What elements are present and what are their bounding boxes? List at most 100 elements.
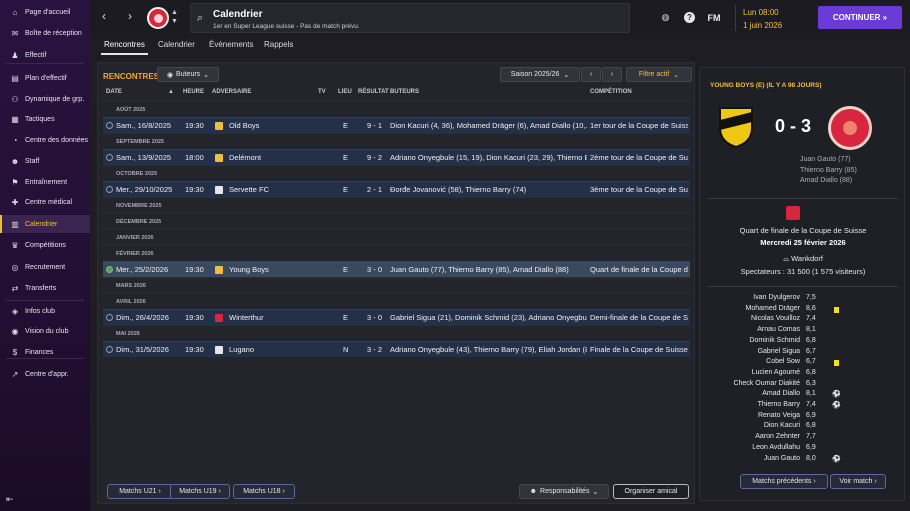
active-filter-button[interactable]: Filtre actif ⌄: [626, 67, 692, 82]
u21-matches-button[interactable]: Matchs U21 ›: [107, 484, 173, 499]
fixture-competition[interactable]: Finale de la Coupe de Suisse: [590, 345, 688, 354]
fixture-opponent[interactable]: Servette FC: [229, 185, 269, 194]
sidebar-item-calendar[interactable]: ▥ Calendrier: [0, 215, 90, 233]
u18-matches-button[interactable]: Matchs U18 ›: [233, 484, 295, 499]
col-time[interactable]: HEURE: [183, 89, 204, 95]
fixture-opponent[interactable]: Delémont: [229, 153, 261, 162]
scorers-filter-button[interactable]: ◉ Buteurs ⌄: [157, 67, 219, 82]
sidebar-item-development[interactable]: ↗ Centre d'appr.: [0, 365, 90, 383]
col-opponent[interactable]: ADVERSAIRE: [212, 89, 251, 95]
sidebar-item-squad[interactable]: ♟ Effectif: [0, 46, 90, 64]
player-rating: 6,8: [806, 336, 816, 344]
fixture-row[interactable]: Dim., 26/4/2026 19:30 Winterthur E 3 - 0 Gabr…: [103, 309, 690, 325]
player-rating-row[interactable]: Cobel Sow 6,7: [700, 358, 906, 369]
sidebar-item-tactics[interactable]: ▦ Tactiques: [0, 110, 90, 128]
sidebar-item-transfers[interactable]: ⇄ Transferts: [0, 279, 90, 297]
arrange-friendly-button[interactable]: Organiser amical: [613, 484, 689, 499]
sort-arrow-icon[interactable]: ▲: [168, 89, 174, 95]
page-header-box[interactable]: ⌕ Calendrier 1er en Super League suisse …: [190, 3, 630, 33]
season-select[interactable]: Saison 2025/26 ⌄: [500, 67, 580, 82]
player-rating-row[interactable]: Lucien Agoumé 6,8: [700, 369, 906, 380]
player-rating-row[interactable]: Nicolas Vouilloz 7,4: [700, 315, 906, 326]
responsibilities-button[interactable]: ☻ Responsabilités ⌄: [519, 484, 609, 499]
fixture-row[interactable]: Dim., 31/5/2026 19:30 Lugano N 3 - 2 Adriano …: [103, 341, 690, 357]
player-name: Mohamed Dräger: [745, 304, 800, 312]
fm-menu-icon[interactable]: FM: [706, 12, 722, 23]
tab-rencontres[interactable]: Rencontres: [104, 40, 145, 49]
continue-button[interactable]: CONTINUER »: [818, 6, 902, 29]
player-rating-row[interactable]: Dion Kacuri 6,8: [700, 422, 906, 433]
season-prev-button[interactable]: ‹: [581, 67, 601, 82]
season-next-button[interactable]: ›: [602, 67, 622, 82]
club-switch-icon[interactable]: ▲ ▼: [171, 8, 178, 26]
player-rating-row[interactable]: Check Oumar Diakité 6,3: [700, 380, 906, 391]
fixture-opponent[interactable]: Old Boys: [229, 121, 259, 130]
player-rating-row[interactable]: Thierno Barry 7,4 ⚽: [700, 401, 906, 412]
away-team-crest[interactable]: [828, 106, 872, 150]
search-icon[interactable]: ⌕: [197, 12, 203, 25]
col-competition[interactable]: COMPÉTITION: [590, 89, 632, 95]
player-rating: 7,7: [806, 433, 816, 441]
col-result[interactable]: RÉSULTAT: [358, 89, 389, 95]
player-rating-row[interactable]: Dominik Schmid 6,8: [700, 337, 906, 348]
sidebar-item-trophy[interactable]: ♛ Compétitions: [0, 236, 90, 254]
fixture-row[interactable]: Sam., 13/9/2025 18:00 Delémont E 9 - 2 Adrian…: [103, 149, 690, 165]
fixture-competition[interactable]: Quart de finale de la Coupe de...: [590, 265, 688, 274]
fixture-competition[interactable]: 3ème tour de la Coupe de Suisse: [590, 185, 688, 194]
sidebar-item-squad-plan[interactable]: ▤ Plan d'effectif: [0, 69, 90, 87]
sidebar-item-data-hub[interactable]: ◔ Centre des données: [0, 131, 90, 149]
fixture-row[interactable]: Mer., 29/10/2025 19:30 Servette FC E 2 - 1 Đo…: [103, 181, 690, 197]
player-rating: 8,1: [806, 390, 816, 398]
fixture-opponent[interactable]: Lugano: [229, 345, 254, 354]
fixture-scorers: Dion Kacuri (4, 36), Mohamed Dräger (6),…: [390, 121, 587, 130]
sidebar-item-staff[interactable]: ☻ Staff: [0, 152, 90, 170]
fixtures-panel: RENCONTRES ◉ Buteurs ⌄ Saison 2025/26 ⌄ …: [97, 62, 695, 504]
player-rating-row[interactable]: Amad Diallo 8,1 ⚽: [700, 390, 906, 401]
col-venue[interactable]: LIEU: [338, 89, 352, 95]
player-rating-row[interactable]: Ivan Dyulgerov 7,5: [700, 294, 906, 305]
forward-arrow-icon[interactable]: ›: [128, 9, 132, 23]
u19-matches-button[interactable]: Matchs U19 ›: [170, 484, 230, 499]
player-rating-row[interactable]: Arnau Comas 8,1: [700, 326, 906, 337]
sidebar-item-scouting[interactable]: ◎ Recrutement: [0, 258, 90, 276]
player-rating-row[interactable]: Leon Avdullahu 6,9: [700, 444, 906, 455]
collapse-sidebar-icon[interactable]: ⇤: [6, 494, 14, 505]
view-match-button[interactable]: Voir match ›: [830, 474, 886, 489]
col-date[interactable]: DATE: [106, 89, 122, 95]
sidebar-item-home[interactable]: ⌂ Page d'accueil: [0, 3, 90, 21]
sidebar-item-training[interactable]: ⚑ Entraînement: [0, 173, 90, 191]
sidebar-item-club-vision[interactable]: ◉ Vision du club: [0, 322, 90, 340]
previous-matches-button[interactable]: Matchs précédents ›: [740, 474, 828, 489]
fixture-opponent[interactable]: Winterthur: [229, 313, 264, 322]
fixture-row[interactable]: Mer., 25/2/2026 19:30 Young Boys E 3 - 0 Juan…: [103, 261, 690, 277]
player-rating-row[interactable]: Aaron Zehnter 7,7: [700, 433, 906, 444]
fixture-row[interactable]: Sam., 16/8/2025 19:30 Old Boys E 9 - 1 Dion K…: [103, 117, 690, 133]
fixture-competition[interactable]: 2ème tour de la Coupe de Suisse: [590, 153, 688, 162]
player-rating-row[interactable]: Juan Gauto 8,0 ⚽: [700, 455, 906, 466]
world-icon[interactable]: ◍: [660, 12, 671, 23]
sidebar-item-inbox[interactable]: ✉ Boîte de réception: [0, 24, 90, 42]
game-date: Lun 08:00 1 juin 2026: [735, 5, 805, 31]
player-name: Thierno Barry: [757, 401, 800, 408]
back-arrow-icon[interactable]: ‹: [102, 9, 106, 23]
player-rating-row[interactable]: Mohamed Dräger 8,6: [700, 305, 906, 316]
sidebar-item-club-info[interactable]: ◈ Infos club: [0, 302, 90, 320]
player-rating-row[interactable]: Renato Veiga 6,9: [700, 412, 906, 423]
col-tv[interactable]: TV: [318, 89, 326, 95]
fixture-competition[interactable]: 1er tour de la Coupe de Suisse: [590, 121, 688, 130]
fixture-competition[interactable]: Demi-finale de la Coupe de Suisse: [590, 313, 688, 322]
fixture-time: 19:30: [185, 185, 204, 194]
help-icon[interactable]: ?: [684, 12, 695, 23]
player-rating-row[interactable]: Gabriel Sigua 6,7: [700, 348, 906, 359]
home-team-crest[interactable]: [718, 106, 754, 148]
club-crest[interactable]: [147, 7, 169, 29]
sidebar-item-label: Compétitions: [25, 241, 66, 249]
tab-evenements[interactable]: Évènements: [209, 40, 253, 49]
fixture-opponent[interactable]: Young Boys: [229, 265, 269, 274]
tab-rappels[interactable]: Rappels: [264, 40, 293, 49]
tab-calendrier[interactable]: Calendrier: [158, 40, 195, 49]
sidebar-item-medical[interactable]: ✚ Centre médical: [0, 193, 90, 211]
sidebar-item-dynamics[interactable]: ⚇ Dynamique de grp.: [0, 90, 90, 108]
fixture-scorers: Đorđe Jovanović (58), Thierno Barry (74): [390, 185, 527, 194]
col-scorers[interactable]: BUTEURS: [390, 89, 419, 95]
